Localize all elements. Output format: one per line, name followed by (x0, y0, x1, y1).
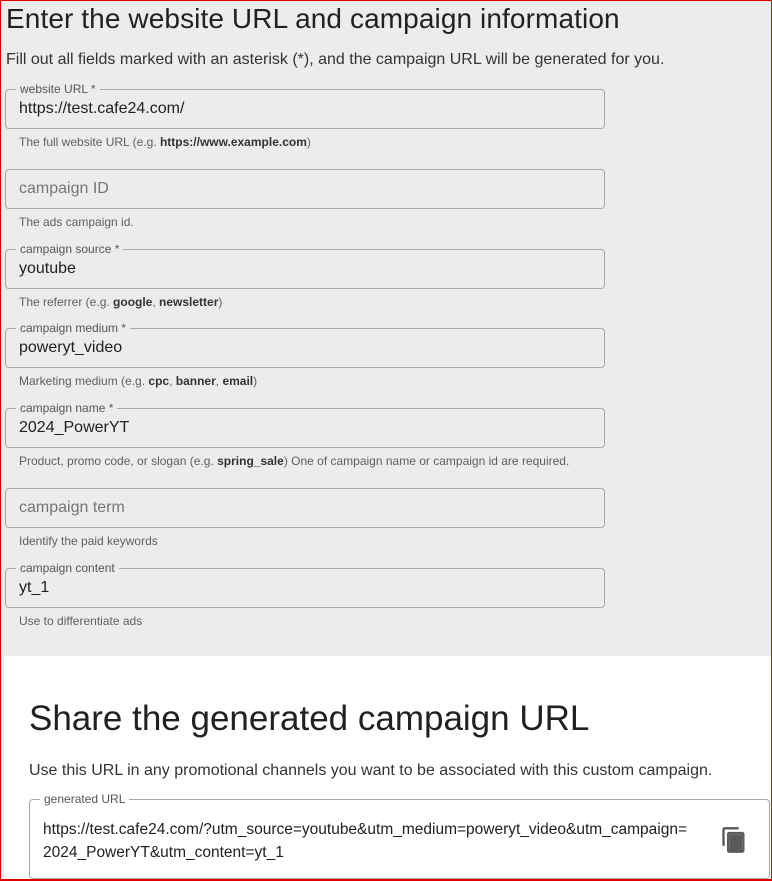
campaign-content-helper: Use to differentiate ads (19, 614, 143, 628)
share-title: Share the generated campaign URL (29, 699, 590, 738)
form-description: Fill out all fields marked with an aster… (6, 51, 665, 68)
generated-url-field[interactable]: generated URL https://test.cafe24.com/?u… (29, 792, 770, 879)
campaign-content-value: yt_1 (19, 579, 50, 596)
form-title: Enter the website URL and campaign infor… (6, 3, 620, 34)
campaign-name-helper: Product, promo code, or slogan (e.g. spr… (19, 454, 570, 468)
campaign-form-section: Enter the website URL and campaign infor… (0, 0, 772, 656)
share-description: Use this URL in any promotional channels… (29, 762, 713, 779)
campaign-id-placeholder: campaign ID (19, 180, 109, 197)
campaign-medium-value: poweryt_video (19, 339, 123, 356)
campaign-medium-field[interactable]: campaign medium * poweryt_video (5, 321, 605, 368)
campaign-term-field[interactable]: campaign term (5, 488, 605, 528)
campaign-source-value: youtube (19, 260, 76, 277)
campaign-source-field[interactable]: campaign source * youtube (5, 242, 605, 289)
copy-icon[interactable] (720, 826, 748, 854)
website-url-label: website URL * (16, 82, 100, 96)
campaign-medium-helper: Marketing medium (e.g. cpc, banner, emai… (19, 374, 258, 388)
campaign-id-helper: The ads campaign id. (19, 215, 134, 229)
campaign-content-label: campaign content (16, 561, 119, 575)
website-url-value: https://test.cafe24.com/ (19, 100, 185, 117)
campaign-term-placeholder: campaign term (19, 499, 125, 516)
campaign-name-value: 2024_PowerYT (19, 419, 130, 436)
campaign-medium-label: campaign medium * (16, 321, 131, 335)
generated-url-line-1: https://test.cafe24.com/?utm_source=yout… (43, 821, 688, 838)
campaign-name-label: campaign name * (16, 401, 118, 415)
campaign-source-label: campaign source * (16, 242, 124, 256)
website-url-field[interactable]: website URL * https://test.cafe24.com/ (5, 82, 605, 129)
generated-url-line-2: 2024_PowerYT&utm_content=yt_1 (43, 844, 284, 861)
share-section: Share the generated campaign URL Use thi… (4, 656, 772, 881)
campaign-source-helper: The referrer (e.g. google, newsletter) (19, 295, 223, 309)
campaign-id-field[interactable]: campaign ID (5, 169, 605, 209)
campaign-content-field[interactable]: campaign content yt_1 (5, 561, 605, 608)
campaign-name-field[interactable]: campaign name * 2024_PowerYT (5, 401, 605, 448)
generated-url-value[interactable]: https://test.cafe24.com/?utm_source=yout… (43, 818, 723, 864)
website-url-helper: The full website URL (e.g. https://www.e… (19, 135, 311, 149)
campaign-term-helper: Identify the paid keywords (19, 534, 158, 548)
generated-url-label: generated URL (40, 792, 130, 806)
